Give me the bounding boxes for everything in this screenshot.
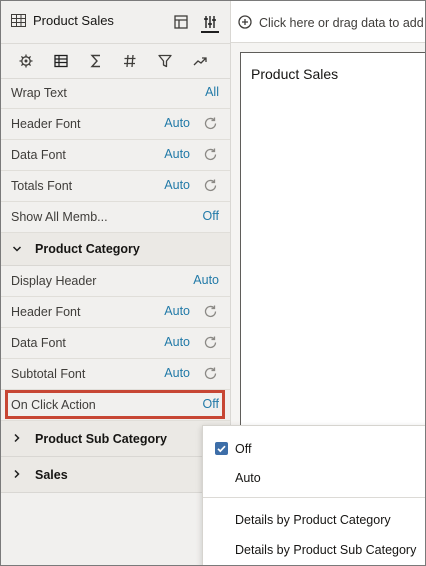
table-icon — [11, 14, 26, 27]
reset-icon[interactable] — [203, 335, 218, 350]
viz-title: Product Sales — [251, 66, 339, 82]
property-row-wrap-text[interactable]: Wrap Text All — [1, 78, 230, 109]
property-label: On Click Action — [11, 398, 96, 412]
property-row-header-font[interactable]: Header Font Auto — [1, 297, 230, 328]
dropdown-option-label: Details by Product Sub Category — [235, 543, 417, 557]
property-row-on-click-action[interactable]: On Click Action Off — [1, 390, 230, 421]
trend-icon[interactable] — [192, 53, 208, 69]
section-label: Sales — [35, 468, 68, 482]
filter-icon[interactable] — [157, 53, 173, 69]
dropdown-option-label: Off — [235, 442, 252, 456]
add-circle-icon[interactable] — [238, 15, 252, 29]
property-row-totals-font[interactable]: Totals Font Auto — [1, 171, 230, 202]
property-value[interactable]: Auto — [164, 116, 190, 130]
section-header-product-sub-category[interactable]: Product Sub Category — [1, 421, 230, 457]
section-label: Product Category — [35, 242, 140, 256]
property-row-display-header[interactable]: Display Header Auto — [1, 266, 230, 297]
dropdown-option-label: Auto — [235, 471, 261, 485]
property-label: Data Font — [11, 148, 66, 162]
reset-icon[interactable] — [203, 116, 218, 131]
property-value[interactable]: Auto — [164, 178, 190, 192]
reset-icon[interactable] — [203, 366, 218, 381]
property-value[interactable]: Auto — [164, 147, 190, 161]
gear-icon[interactable] — [18, 53, 34, 69]
property-list: Wrap Text All Header Font Auto Data Font… — [1, 78, 230, 493]
reset-icon[interactable] — [203, 178, 218, 193]
hash-icon[interactable] — [122, 53, 138, 69]
section-header-product-category[interactable]: Product Category — [1, 233, 230, 266]
reset-icon[interactable] — [203, 304, 218, 319]
dropdown-option-off[interactable]: Off — [203, 442, 425, 462]
properties-panel: Product Sales Wrap Text All Header Font … — [1, 1, 231, 565]
dropdown-option-label: Details by Product Category — [235, 513, 391, 527]
on-click-action-dropdown: Off Auto Details by Product Category Det… — [202, 425, 425, 565]
property-label: Show All Memb... — [11, 210, 108, 224]
panel-header: Product Sales — [1, 1, 230, 42]
menu-divider — [203, 497, 425, 498]
section-header-sales[interactable]: Sales — [1, 457, 230, 493]
property-value[interactable]: Off — [203, 209, 219, 223]
chevron-down-icon — [12, 246, 22, 252]
property-row-header-font[interactable]: Header Font Auto — [1, 109, 230, 140]
property-value[interactable]: Off — [203, 397, 219, 411]
property-row-data-font[interactable]: Data Font Auto — [1, 140, 230, 171]
table-properties-icon[interactable] — [53, 53, 69, 69]
chevron-right-icon — [14, 469, 20, 479]
sigma-icon[interactable] — [88, 53, 104, 69]
property-label: Subtotal Font — [11, 367, 86, 381]
property-row-data-font[interactable]: Data Font Auto — [1, 328, 230, 359]
panel-title: Product Sales — [33, 13, 114, 28]
property-label: Display Header — [11, 274, 97, 288]
reset-icon[interactable] — [203, 147, 218, 162]
property-label: Header Font — [11, 117, 81, 131]
property-label: Totals Font — [11, 179, 73, 193]
properties-sliders-icon[interactable] — [201, 13, 219, 33]
property-value[interactable]: Auto — [193, 273, 219, 287]
property-value[interactable]: Auto — [164, 304, 190, 318]
property-row-subtotal-font[interactable]: Subtotal Font Auto — [1, 359, 230, 390]
property-row-show-all-members[interactable]: Show All Memb... Off — [1, 202, 230, 233]
property-label: Header Font — [11, 305, 81, 319]
dropdown-option-details-by-product-category[interactable]: Details by Product Category — [203, 513, 425, 533]
property-tabs — [1, 43, 230, 79]
property-value[interactable]: Auto — [164, 366, 190, 380]
chevron-right-icon — [14, 433, 20, 443]
property-value[interactable]: Auto — [164, 335, 190, 349]
grammar-view-icon[interactable] — [172, 13, 190, 31]
dropdown-option-auto[interactable]: Auto — [203, 471, 425, 491]
dropdown-option-details-by-product-sub-category[interactable]: Details by Product Sub Category — [203, 543, 425, 563]
checkbox-checked-icon — [215, 442, 228, 455]
property-value[interactable]: All — [205, 85, 219, 99]
property-label: Wrap Text — [11, 86, 67, 100]
app-frame: Product Sales Click here or drag data to… — [0, 0, 426, 566]
section-label: Product Sub Category — [35, 432, 167, 446]
drop-zone-text[interactable]: Click here or drag data to add — [259, 16, 424, 30]
property-label: Data Font — [11, 336, 66, 350]
